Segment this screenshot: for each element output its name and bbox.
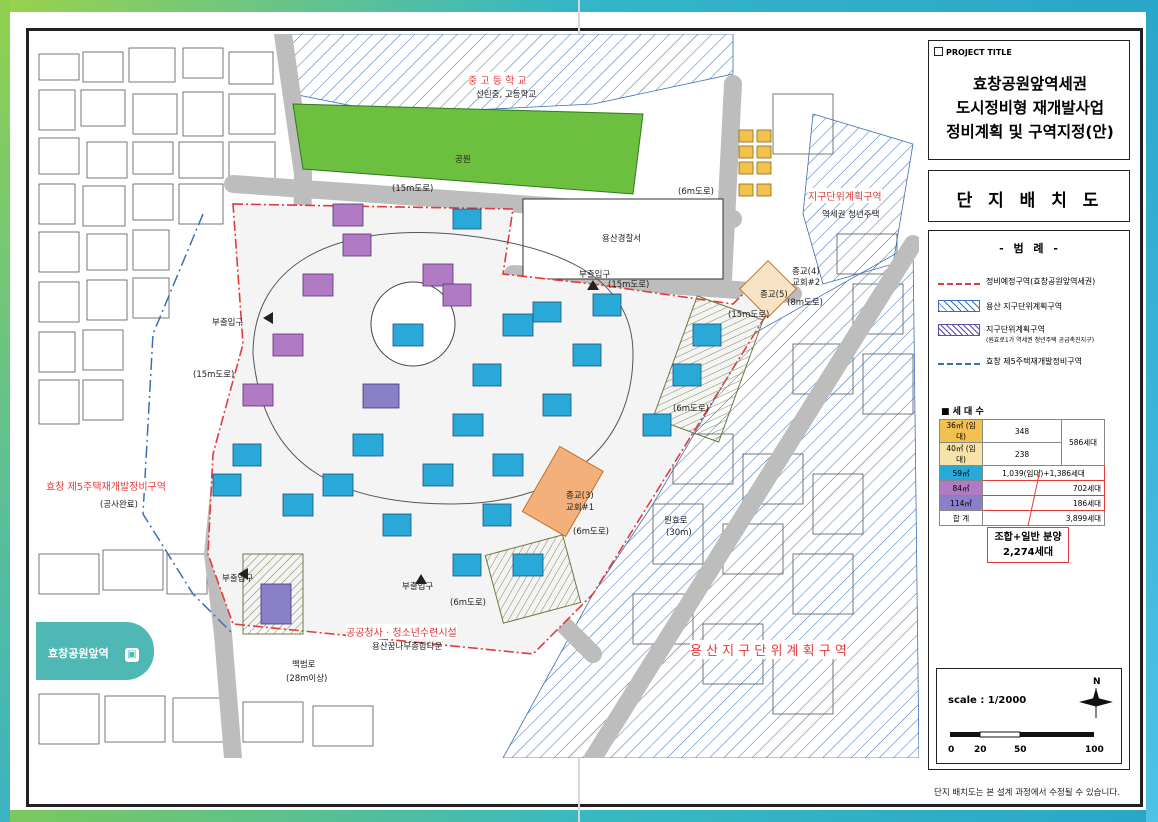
unit-type: 40㎡ (임대) [939,442,983,466]
road-6m-mid-label: (6m도로) [673,404,709,414]
scale-seg [1020,732,1094,737]
units-row: 36㎡ (임대) 348 586세대 [939,419,1105,466]
units-title: ■ 세 대 수 [941,407,984,417]
unit-type: 36㎡ (임대) [939,419,983,443]
north-letter: N [1093,677,1101,687]
unit-type: 84㎡ [939,480,983,496]
legend-label-group: 지구단위계획구역 (원효로1가 역세권 청년주택 공급촉진지구) [986,324,1094,344]
blue-hatch-icon [938,300,980,312]
road-15m-mid-label: (15m도로) [608,280,650,290]
park-label: 공원 [455,155,471,165]
scale-seg [950,732,980,737]
school-label: 중 고 등 학 교 [468,72,527,87]
wonhyo-road-label: 원효로 [664,516,688,526]
church-1-label: 교회#1 [566,503,595,513]
unit-type: 114㎡ [939,495,983,511]
police-label: 용산경찰서 [602,234,642,244]
baekbeom-road-label: 백범로 [292,660,316,670]
youth-district-label: 지구단위계획구역 [808,188,882,203]
unit-count: 238 [982,442,1062,466]
project-title-line-3: 정비계획 및 구역지정(안) [946,123,1114,141]
legend-label: 정비예정구역(효창공원앞역세권) [986,277,1096,286]
yongsan-youth-label: 용산꿈나무종합타운 [372,642,443,652]
entrance-label-3: 부출입구 [222,574,254,584]
road-15m-right-label: (15m도로) [728,310,770,320]
callout-leader [1027,470,1041,527]
yongsan-district-label: 용 산 지 구 단 위 계 획 구 역 [690,640,847,659]
legend-sublabel: (원효로1가 역세권 청년주택 공급촉진지구) [986,337,1095,344]
legend-label: 지구단위계획구역 [986,325,1045,334]
legend-label: 용산 지구단위계획구역 [986,301,1063,311]
road-15m-left-label: (15m도로) [193,370,235,380]
red-dash-line-icon [938,278,980,285]
road-6m-right-label: (6m도로) [450,598,486,608]
legend-item-hyochang: 효창 제5주택재개발정비구역 [938,356,1128,367]
entrance-label-2: 부출입구 [212,318,244,328]
legend-item-yongsan: 용산 지구단위계획구역 [938,300,1128,312]
frame-left [0,0,10,822]
project-title-line-1: 효창공원앞역세권 [972,75,1088,93]
legend-item-youth: 지구단위계획구역 (원효로1가 역세권 청년주택 공급촉진지구) [938,324,1128,344]
road-15m-top-label: (15m도로) [392,184,434,194]
disclaimer: 단지 배치도는 본 설계 과정에서 수정될 수 있습니다. [934,788,1120,798]
unit-type: 59㎡ [939,465,983,481]
compass-icon [1079,688,1113,718]
callout-line-2: 2,274세대 [1002,547,1054,558]
road-6m-top-label: (6m도로) [678,187,714,197]
scale-tick: 0 [948,745,954,755]
scale-tick: 100 [1085,745,1104,755]
station-label: 효창공원앞역 [48,647,109,660]
school-names-label: 선린중, 고등학교 [476,90,537,100]
public-office-label: 공공청사 · 청소년수련시설 [346,624,457,639]
sales-callout: 조합+일반 분양 2,274세대 [987,527,1069,563]
blue-dash-line-icon [938,358,980,365]
project-tag: PROJECT TITLE [934,47,1012,57]
frame-right [1146,0,1158,822]
purple-hatch-icon [938,324,980,336]
scale-tick: 50 [1014,745,1027,755]
unit-type: 합 계 [939,510,983,526]
road-8m-label: (8m도로) [787,298,823,308]
redev-status-label: (공사완료) [100,500,138,510]
project-title: 효창공원앞역세권 도시정비형 재개발사업 정비계획 및 구역지정(안) [932,72,1128,144]
drawing-title: 단 지 배 치 도 [956,191,1104,211]
unit-group: 586세대 [1061,419,1105,466]
units-title-text: 세 대 수 [952,407,984,417]
religion-3-label: 종교(3) [566,491,594,501]
road-6m-bottom-label: (6m도로) [573,527,609,537]
project-title-line-2: 도시정비형 재개발사업 [956,99,1104,117]
scale-bar: N 0 20 50 100 [948,677,1113,755]
entrance-label-1: 부출입구 [579,270,611,280]
legend-label: 효창 제5주택재개발정비구역 [986,357,1082,366]
legend-title: - 범 례 - [999,242,1061,255]
redev-zone-label: 효창 제5주택재개발정비구역 [46,478,166,493]
religion-5-label: 종교(5) [760,290,788,300]
youth-housing-label: 역세권 청년주택 [822,210,880,220]
train-icon: ▣ [125,648,139,662]
baekbeom-width-label: (28m이상) [286,674,328,684]
legend-item-redev: 정비예정구역(효창공원앞역세권) [938,276,1128,287]
wonhyo-width-label: (30m) [666,528,692,538]
scale-seg [979,731,1021,738]
entrance-label-4: 부출입구 [402,582,434,592]
church-2-label: 교회#2 [792,278,821,288]
unit-count: 348 [982,419,1062,443]
scale-tick: 20 [974,745,987,755]
callout-line-1: 조합+일반 분양 [994,532,1062,543]
